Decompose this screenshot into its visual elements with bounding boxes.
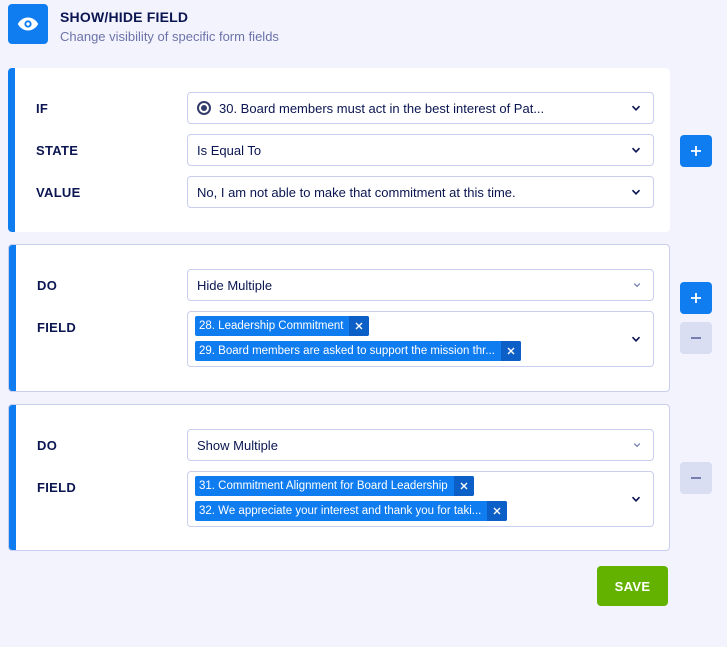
minus-icon: [691, 337, 701, 339]
minus-icon: [691, 477, 701, 479]
radio-field-icon: [197, 101, 211, 115]
field-tag[interactable]: 29. Board members are asked to support t…: [195, 341, 521, 361]
if-field-value: 30. Board members must act in the best i…: [219, 100, 545, 116]
close-icon[interactable]: [453, 476, 474, 496]
action-stripe: [9, 245, 16, 391]
close-icon[interactable]: [487, 501, 508, 521]
chevron-down-icon: [631, 147, 641, 153]
field-tag-label: 31. Commitment Alignment for Board Leade…: [199, 480, 448, 492]
page-subtitle: Change visibility of specific form field…: [60, 29, 279, 44]
plus-icon: [691, 293, 701, 303]
field-tag[interactable]: 31. Commitment Alignment for Board Leade…: [195, 476, 474, 496]
state-label: STATE: [36, 143, 79, 158]
field-multiselect[interactable]: 31. Commitment Alignment for Board Leade…: [187, 471, 654, 527]
eye-icon: [8, 4, 48, 44]
condition-card: IF 30. Board members must act in the bes…: [8, 68, 670, 232]
close-icon[interactable]: [500, 341, 521, 361]
action-stripe: [9, 405, 16, 550]
chevron-down-icon: [631, 496, 641, 502]
field-label: FIELD: [37, 320, 77, 335]
field-tag-label: 28. Leadership Commitment: [199, 320, 344, 332]
if-label: IF: [36, 101, 49, 116]
do-select[interactable]: Hide Multiple: [187, 269, 654, 301]
field-multiselect[interactable]: 28. Leadership Commitment 29. Board memb…: [187, 311, 654, 367]
field-label: FIELD: [37, 480, 77, 495]
if-field-select[interactable]: 30. Board members must act in the best i…: [187, 92, 654, 124]
save-button[interactable]: SAVE: [597, 566, 668, 606]
chevron-down-icon: [631, 336, 641, 342]
do-value: Show Multiple: [197, 437, 278, 453]
plus-icon: [691, 146, 701, 156]
value-value: No, I am not able to make that commitmen…: [197, 184, 516, 200]
chevron-down-icon: [631, 189, 641, 195]
do-select[interactable]: Show Multiple: [187, 429, 654, 461]
state-value: Is Equal To: [197, 142, 262, 158]
field-tag[interactable]: 32. We appreciate your interest and than…: [195, 501, 508, 521]
state-select[interactable]: Is Equal To: [187, 134, 654, 166]
value-label: VALUE: [36, 185, 81, 200]
do-label: DO: [37, 438, 58, 453]
value-select[interactable]: No, I am not able to make that commitmen…: [187, 176, 654, 208]
chevron-down-icon: [631, 105, 641, 111]
condition-stripe: [8, 68, 15, 232]
page-title: SHOW/HIDE FIELD: [60, 9, 189, 25]
add-action-button[interactable]: [680, 282, 712, 314]
close-icon[interactable]: [349, 316, 370, 336]
chevron-down-icon: [633, 443, 641, 448]
remove-action-button[interactable]: [680, 322, 712, 354]
field-tag-label: 29. Board members are asked to support t…: [199, 345, 495, 357]
do-label: DO: [37, 278, 58, 293]
chevron-down-icon: [633, 283, 641, 288]
do-value: Hide Multiple: [197, 277, 273, 293]
action-card-show: DO Show Multiple FIELD 31. Commitment Al…: [8, 404, 670, 551]
action-card-hide: DO Hide Multiple FIELD 28. Leadership Co…: [8, 244, 670, 392]
add-condition-button[interactable]: [680, 135, 712, 167]
field-tag-label: 32. We appreciate your interest and than…: [199, 505, 482, 517]
field-tag[interactable]: 28. Leadership Commitment: [195, 316, 370, 336]
remove-action-button[interactable]: [680, 462, 712, 494]
